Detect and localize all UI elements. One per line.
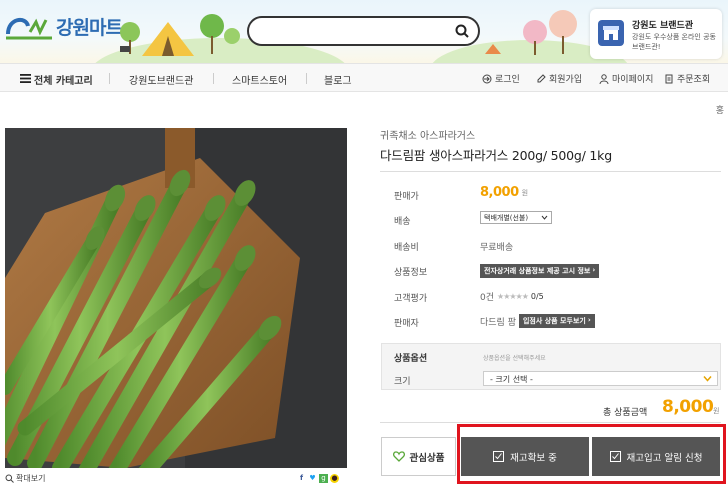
chevron-right-icon: › [592,266,596,274]
nav-blog[interactable]: 블로그 [324,72,352,87]
option-panel: 상품옵션 상품옵션을 선택해주세요 크기 - 크기 선택 - [381,343,721,390]
product-info-notice-link[interactable]: 전자상거래 상품정보 제공 고시 정보 › [480,264,600,278]
search-icon[interactable] [455,24,469,38]
size-label: 크기 [394,377,411,387]
divider [380,422,721,423]
site-header: 강원마트 강원도 브랜드관 강원도 우수상품 온라인 공동 브랜드관! [0,0,728,63]
heart-icon [392,451,405,462]
rating-value: 0건 ★★★★★ 0/5 [480,290,544,303]
rating-score: 0/5 [530,292,544,301]
shipping-method-select[interactable]: 택배개별(선불) [480,211,552,224]
price-unit: 원 [521,188,529,197]
size-selected: - 크기 선택 - [490,375,533,384]
product-category: 귀족채소 아스파라거스 [380,131,476,142]
logo-mark-icon [6,17,52,40]
divider [380,171,721,172]
total-price: 8,000 [662,397,714,417]
total-unit: 원 [713,407,720,415]
highlight-box [457,424,726,484]
product-info-value: 전자상거래 상품정보 제공 고시 정보 › [480,264,600,278]
util-order-lookup[interactable]: 주문조회 [664,72,710,85]
seller-all-products-link[interactable]: 입점사 상품 모두보기 › [518,314,595,328]
breadcrumb-home[interactable]: 홍 [716,103,724,116]
hamburger-menu-icon[interactable] [20,74,31,83]
main-nav: 전체 카테고리 강원도브랜드관 스마트스토어 블로그 로그인 회원가입 마이페이… [0,63,728,92]
total-label: 총 상품금액 [603,408,648,418]
login-icon [482,74,492,83]
price-value: 8,000 원 [480,185,528,200]
shipping-label: 배송 [394,217,411,227]
nav-all-categories[interactable]: 전체 카테고리 [34,72,93,87]
facebook-icon[interactable]: f [297,474,306,483]
brand-hall-banner[interactable]: 강원도 브랜드관 강원도 우수상품 온라인 공동 브랜드관! [590,9,722,59]
nav-divider [306,73,307,84]
shipping-method-selected: 택배개별(선불) [484,213,529,222]
util-signup-label: 회원가입 [549,75,583,85]
util-login-label: 로그인 [495,75,520,85]
tree-illustration [485,10,577,55]
util-signup[interactable]: 회원가입 [536,72,582,85]
seller-all-products-label: 입점사 상품 모두보기 [522,317,586,325]
util-mypage-label: 마이페이지 [612,75,654,85]
option-title: 상품옵션 [394,354,428,364]
shipping-fee-value: 무료배송 [480,243,514,253]
share-links: f ♥ g ● [297,474,339,483]
product-info-label: 상품정보 [394,268,428,278]
rating-label: 고객평가 [394,294,428,304]
util-order-lookup-label: 주문조회 [677,75,711,85]
chevron-right-icon: › [587,316,591,324]
google-icon[interactable]: g [319,474,328,483]
camping-illustration [120,14,240,56]
util-login[interactable]: 로그인 [482,72,520,85]
shipping-fee-label: 배송비 [394,243,419,253]
nav-brand-hall[interactable]: 강원도브랜드관 [129,72,193,87]
chevron-down-icon [541,215,548,220]
shipping-value: 택배개별(선불) [480,211,552,224]
nav-smart-store[interactable]: 스마트스토어 [232,72,287,87]
user-icon [599,73,609,84]
product-info-notice-label: 전자상거래 상품정보 제공 고시 정보 [484,267,591,275]
seller-value: 다드림 팜 입점사 상품 모두보기 › [480,314,595,328]
nav-divider [213,73,214,84]
product-image[interactable] [5,128,347,468]
nav-divider [109,73,110,84]
document-icon [665,74,673,83]
chevron-down-icon [703,376,712,382]
store-icon [598,20,624,46]
brand-hall-subtitle: 강원도 우수상품 온라인 공동 브랜드관! [632,33,716,51]
util-mypage[interactable]: 마이페이지 [599,72,653,85]
magnifier-icon [5,474,14,483]
size-select[interactable]: - 크기 선택 - [483,371,718,386]
kakaotalk-icon[interactable]: ● [330,474,339,483]
star-rating-icon: ★★★★★ [497,292,529,301]
price-label: 판매가 [394,192,419,202]
search-bar[interactable] [247,16,480,46]
pencil-icon [537,73,546,82]
zoom-label: 확대보기 [16,474,46,483]
wishlist-label: 관심상품 [409,452,445,464]
seller-label: 판매자 [394,319,419,329]
seller-name: 다드림 팜 [480,317,516,328]
product-title: 다드림팜 생아스파라거스 200g/ 500g/ 1kg [380,148,612,163]
wishlist-button[interactable]: 관심상품 [381,437,456,476]
option-hint: 상품옵션을 선택해주세요 [483,355,546,362]
site-logo[interactable]: 강원마트 [4,12,123,40]
rating-count: 0건 [480,293,495,303]
brand-hall-title: 강원도 브랜드관 [632,21,694,31]
zoom-button[interactable]: 확대보기 [5,473,45,484]
price-amount: 8,000 [480,185,519,200]
asparagus-photo [5,128,347,468]
twitter-icon[interactable]: ♥ [308,474,317,483]
